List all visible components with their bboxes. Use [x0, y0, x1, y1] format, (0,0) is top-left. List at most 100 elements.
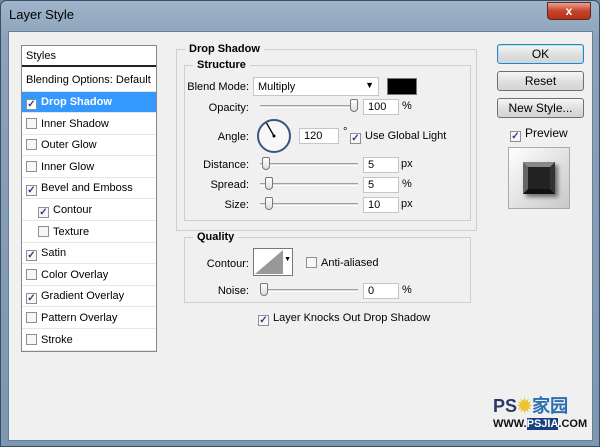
layer-knocks-out-checkbox[interactable]: ✓ Layer Knocks Out Drop Shadow — [258, 312, 430, 326]
angle-dial[interactable] — [256, 118, 292, 154]
size-unit: px — [401, 198, 413, 210]
quality-title: Quality — [197, 231, 235, 243]
opacity-slider[interactable] — [260, 105, 358, 108]
distance-slider-thumb[interactable] — [261, 157, 270, 170]
spread-slider[interactable] — [260, 183, 358, 186]
contour-picker[interactable]: ▼ — [253, 248, 293, 276]
blend-mode-select[interactable]: Multiply ▼ — [253, 77, 379, 96]
style-item-label: Bevel and Emboss — [41, 182, 133, 195]
style-item-inner-shadow[interactable]: Inner Shadow — [22, 114, 156, 135]
opacity-unit: % — [402, 100, 412, 112]
style-item-color-overlay[interactable]: Color Overlay — [22, 265, 156, 286]
checkbox-icon[interactable] — [26, 312, 37, 323]
distance-label: Distance: — [203, 159, 249, 171]
checkbox-icon[interactable] — [26, 160, 37, 172]
style-item-outer-glow[interactable]: Outer Glow — [22, 135, 156, 157]
checkbox-icon[interactable] — [26, 268, 37, 280]
noise-label: Noise: — [217, 285, 249, 297]
style-item-label: Inner Glow — [41, 160, 95, 173]
size-input[interactable]: 10 — [363, 197, 399, 213]
checkbox-icon: ✓ — [350, 133, 361, 144]
checkbox-icon[interactable] — [26, 117, 37, 129]
checkbox-icon: ✓ — [258, 315, 269, 326]
preview-label: Preview — [525, 126, 568, 140]
checkbox-icon[interactable] — [26, 139, 37, 151]
anti-aliased-checkbox[interactable]: Anti-aliased — [306, 257, 378, 269]
style-item-label: Contour — [53, 204, 93, 216]
blending-options-item[interactable]: Blending Options: Default — [22, 70, 156, 92]
distance-slider[interactable] — [260, 163, 358, 166]
checkbox-icon[interactable] — [26, 333, 37, 345]
angle-unit: ° — [343, 126, 348, 138]
distance-unit: px — [401, 158, 413, 170]
shadow-color-swatch[interactable] — [387, 78, 417, 95]
blend-mode-label: Blend Mode: — [187, 81, 249, 93]
noise-slider-thumb[interactable] — [260, 283, 268, 296]
style-item-inner-glow[interactable]: Inner Glow — [22, 157, 156, 178]
opacity-slider-thumb[interactable] — [350, 99, 358, 112]
noise-input[interactable]: 0 — [363, 283, 399, 299]
style-item-pattern-overlay[interactable]: Pattern Overlay — [22, 308, 156, 329]
contour-label: Contour: — [206, 258, 249, 270]
checkbox-icon[interactable]: ✓ — [26, 185, 37, 197]
size-slider-thumb[interactable] — [264, 197, 273, 210]
preview-swatch — [523, 162, 555, 194]
style-item-label: Stroke — [41, 333, 73, 346]
watermark-logo: PS✹家园 WWW.PSJIA.COM — [493, 396, 588, 430]
reset-button[interactable]: Reset — [497, 71, 584, 91]
use-global-light-checkbox[interactable]: ✓ Use Global Light — [350, 130, 446, 144]
spread-unit: % — [402, 178, 412, 190]
checkbox-icon: ✓ — [510, 131, 521, 142]
contour-linear-icon — [255, 250, 283, 274]
opacity-label: Opacity: — [208, 102, 249, 114]
distance-input[interactable]: 5 — [363, 157, 399, 173]
style-item-stroke[interactable]: Stroke — [22, 330, 156, 351]
styles-list: Styles Blending Options: Default ✓ Drop S… — [21, 45, 157, 352]
style-item-contour[interactable]: ✓ Contour — [22, 200, 156, 221]
close-button[interactable]: x — [547, 2, 591, 20]
style-item-label: Gradient Overlay — [41, 290, 125, 303]
new-style-button[interactable]: New Style... — [497, 98, 584, 118]
spread-slider-thumb[interactable] — [264, 177, 273, 190]
noise-slider[interactable] — [260, 289, 358, 292]
style-item-label: Color Overlay — [41, 268, 109, 281]
style-item-texture[interactable]: Texture — [22, 222, 156, 243]
anti-aliased-label: Anti-aliased — [321, 257, 379, 269]
blend-mode-value: Multiply — [258, 81, 296, 93]
layer-style-dialog: Layer Style x Styles Blending Options: D… — [0, 0, 600, 447]
style-item-label: Inner Shadow — [41, 117, 109, 130]
window-title: Layer Style — [9, 7, 75, 22]
style-item-gradient-overlay[interactable]: ✓ Gradient Overlay — [22, 286, 156, 308]
style-item-bevel-and-emboss[interactable]: ✓ Bevel and Emboss — [22, 178, 156, 200]
checkbox-icon — [306, 257, 317, 268]
checkbox-icon[interactable] — [38, 225, 49, 237]
style-item-label: Pattern Overlay — [41, 312, 118, 324]
styles-header[interactable]: Styles — [22, 46, 156, 67]
style-item-drop-shadow[interactable]: ✓ Drop Shadow — [22, 92, 156, 113]
spread-input[interactable]: 5 — [363, 177, 399, 193]
style-item-label: Drop Shadow — [41, 96, 112, 108]
chevron-down-icon: ▼ — [284, 256, 291, 263]
angle-label: Angle: — [217, 131, 249, 143]
style-item-satin[interactable]: ✓ Satin — [22, 243, 156, 265]
checkbox-icon[interactable]: ✓ — [38, 207, 49, 218]
structure-title: Structure — [197, 59, 246, 71]
preview-checkbox[interactable]: ✓ Preview — [510, 126, 568, 142]
checkbox-icon[interactable]: ✓ — [26, 99, 37, 110]
size-label: Size: — [224, 199, 249, 211]
ok-button[interactable]: OK — [497, 44, 584, 64]
drop-shadow-title: Drop Shadow — [189, 43, 260, 55]
noise-unit: % — [402, 284, 412, 296]
layer-knocks-out-label: Layer Knocks Out Drop Shadow — [273, 312, 431, 324]
size-slider[interactable] — [260, 203, 358, 206]
use-global-light-label: Use Global Light — [365, 130, 447, 142]
checkbox-icon[interactable]: ✓ — [26, 250, 37, 262]
dialog-body: Styles Blending Options: Default ✓ Drop S… — [8, 31, 593, 441]
opacity-input[interactable]: 100 — [363, 99, 399, 115]
angle-input[interactable]: 120 — [299, 128, 339, 144]
style-item-label: Satin — [41, 247, 67, 260]
style-item-label: Outer Glow — [41, 139, 97, 152]
spread-label: Spread: — [210, 179, 249, 191]
checkbox-icon[interactable]: ✓ — [26, 293, 37, 305]
style-preview-thumbnail — [508, 147, 570, 209]
